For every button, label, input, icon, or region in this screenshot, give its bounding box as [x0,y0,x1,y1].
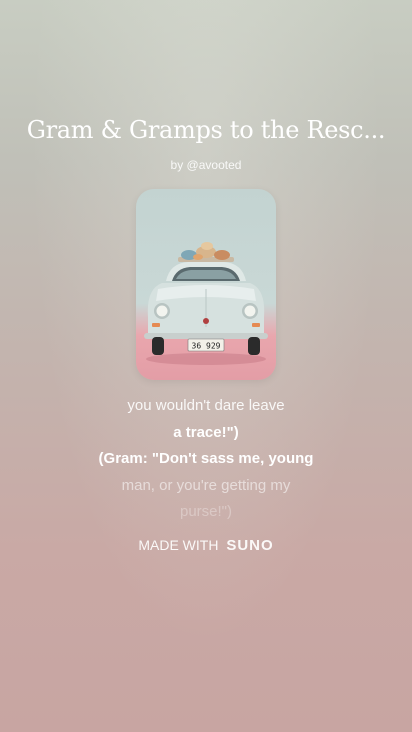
vintage-car-illustration: 36 929 [144,242,268,365]
artist-byline[interactable]: by @avooted [0,158,412,172]
lyric-line: purse!") [179,503,232,520]
suno-logo: SUNO [226,537,274,554]
lyric-line-current: a trace!") [173,423,239,441]
lyrics-panel: you wouldn't dare leave a trace!") (Gram… [0,396,412,529]
license-plate-text: 36 929 [192,342,221,351]
made-with-suno-link[interactable]: MADE WITH SUNO [0,537,412,554]
lyric-line-current: (Gram: "Don't sass me, young [98,450,314,467]
made-with-label: MADE WITH [138,537,219,553]
lyric-line: you wouldn't dare leave [127,397,285,414]
album-cover[interactable]: 36 929 [136,189,276,380]
lyric-line: man, or you're getting my [121,476,291,494]
song-title: Gram & Gramps to the Resc... [26,116,386,144]
